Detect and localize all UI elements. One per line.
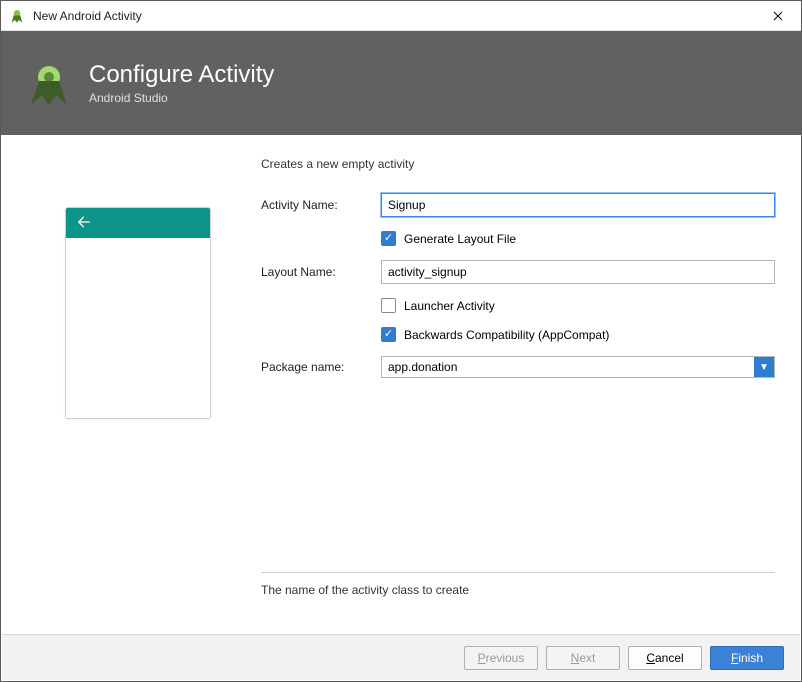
close-button[interactable]	[761, 4, 795, 28]
activity-name-input[interactable]	[381, 193, 775, 217]
next-button: Next	[546, 646, 620, 670]
titlebar: New Android Activity	[1, 1, 801, 31]
package-name-value: app.donation	[382, 357, 754, 377]
divider	[261, 572, 775, 573]
activity-name-row: Activity Name:	[261, 193, 775, 217]
footer: Previous Next Cancel Finish	[2, 634, 800, 680]
launcher-label: Launcher Activity	[404, 299, 495, 313]
phone-topbar	[66, 208, 210, 238]
layout-name-input[interactable]	[381, 260, 775, 284]
help-text: The name of the activity class to create	[261, 583, 775, 605]
backwards-row: ✓ Backwards Compatibility (AppCompat)	[261, 327, 775, 342]
package-name-label: Package name:	[261, 360, 381, 374]
launcher-checkbox[interactable]	[381, 298, 396, 313]
content-area: Creates a new empty activity Activity Na…	[1, 135, 801, 605]
preview-column	[21, 157, 261, 605]
android-studio-logo-icon	[25, 59, 73, 107]
close-icon	[773, 11, 783, 21]
banner: Configure Activity Android Studio	[1, 31, 801, 135]
back-arrow-icon	[76, 214, 92, 233]
generate-layout-checkbox[interactable]: ✓	[381, 231, 396, 246]
previous-button: Previous	[464, 646, 538, 670]
form-description: Creates a new empty activity	[261, 157, 775, 171]
launcher-row: Launcher Activity	[261, 298, 775, 313]
dropdown-button[interactable]: ▼	[754, 357, 774, 377]
backwards-label: Backwards Compatibility (AppCompat)	[404, 328, 609, 342]
layout-name-row: Layout Name:	[261, 260, 775, 284]
banner-title: Configure Activity	[89, 61, 274, 90]
package-name-row: Package name: app.donation ▼	[261, 356, 775, 378]
generate-layout-row: ✓ Generate Layout File	[261, 231, 775, 246]
check-icon: ✓	[384, 329, 393, 340]
banner-subtitle: Android Studio	[89, 91, 274, 105]
finish-button[interactable]: Finish	[710, 646, 784, 670]
check-icon: ✓	[384, 233, 393, 244]
android-studio-icon	[9, 8, 25, 24]
layout-name-label: Layout Name:	[261, 265, 381, 279]
activity-name-label: Activity Name:	[261, 198, 381, 212]
cancel-button[interactable]: Cancel	[628, 646, 702, 670]
chevron-down-icon: ▼	[759, 362, 769, 373]
window-title: New Android Activity	[33, 9, 142, 23]
generate-layout-label: Generate Layout File	[404, 232, 516, 246]
package-name-dropdown[interactable]: app.donation ▼	[381, 356, 775, 378]
form-column: Creates a new empty activity Activity Na…	[261, 157, 781, 605]
backwards-checkbox[interactable]: ✓	[381, 327, 396, 342]
phone-preview	[65, 207, 211, 419]
